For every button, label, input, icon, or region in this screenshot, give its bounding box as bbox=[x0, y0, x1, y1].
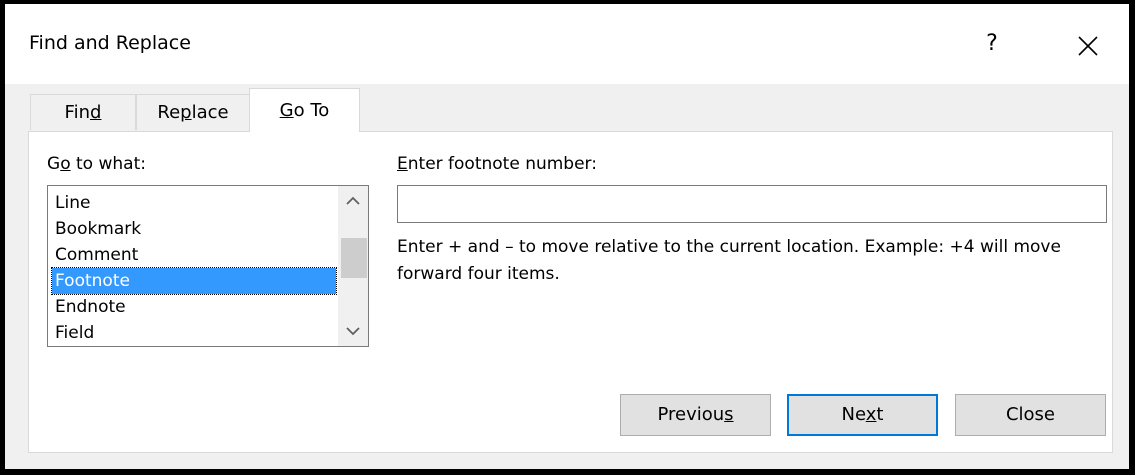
relative-move-hint: Enter + and – to move relative to the cu… bbox=[397, 237, 1061, 284]
goto-what-label-text: G bbox=[47, 154, 61, 174]
footnote-number-accel: E bbox=[397, 154, 408, 174]
chevron-up-icon[interactable] bbox=[338, 188, 368, 214]
tab-find[interactable]: Find bbox=[30, 94, 136, 130]
previous-accel: s bbox=[724, 404, 734, 425]
list-item-comment[interactable]: Comment bbox=[52, 242, 336, 268]
tab-goto-accel: G bbox=[279, 100, 294, 121]
next-button[interactable]: Next bbox=[787, 394, 938, 436]
tab-goto-label: o To bbox=[293, 100, 330, 121]
tab-replace-accel: p bbox=[180, 102, 192, 123]
goto-what-listbox[interactable]: Line Bookmark Comment Footnote Endnote F… bbox=[47, 185, 369, 347]
close-button[interactable]: Close bbox=[955, 394, 1106, 436]
footnote-number-input[interactable] bbox=[397, 185, 1107, 223]
list-item-footnote[interactable]: Footnote bbox=[51, 267, 337, 295]
scroll-thumb[interactable] bbox=[341, 238, 367, 278]
list-item-line[interactable]: Line bbox=[52, 190, 336, 216]
next-label: Ne bbox=[841, 404, 866, 425]
tab-goto[interactable]: Go To bbox=[249, 88, 360, 132]
footnote-number-label: Enter footnote number: bbox=[397, 154, 597, 174]
goto-what-label: Go to what: bbox=[47, 154, 146, 174]
next-label-rest: t bbox=[876, 404, 884, 425]
previous-button[interactable]: Previous bbox=[620, 394, 771, 436]
help-button[interactable]: ? bbox=[977, 26, 1007, 62]
find-replace-dialog: Find and Replace ? Find Replace Go To Go… bbox=[5, 4, 1129, 469]
tab-find-label: Fin bbox=[64, 102, 90, 123]
title-bar: Find and Replace ? bbox=[5, 4, 1129, 84]
previous-label: Previou bbox=[657, 404, 725, 425]
footnote-number-label-text: nter footnote number: bbox=[407, 154, 597, 174]
close-icon[interactable] bbox=[1073, 28, 1103, 62]
listbox-scrollbar[interactable] bbox=[338, 186, 368, 346]
goto-what-label-rest: to what: bbox=[70, 154, 146, 174]
list-item-endnote[interactable]: Endnote bbox=[52, 294, 336, 320]
chevron-down-icon[interactable] bbox=[338, 318, 368, 344]
list-item-field[interactable]: Field bbox=[52, 320, 336, 346]
next-accel: x bbox=[865, 404, 877, 425]
tab-replace[interactable]: Replace bbox=[136, 94, 250, 130]
tab-find-accel: d bbox=[90, 102, 102, 123]
goto-what-accel: o bbox=[60, 154, 71, 174]
window-title: Find and Replace bbox=[29, 32, 191, 54]
tab-replace-label: Re bbox=[157, 102, 181, 123]
list-item-bookmark[interactable]: Bookmark bbox=[52, 216, 336, 242]
tab-replace-label-rest: lace bbox=[191, 102, 229, 123]
